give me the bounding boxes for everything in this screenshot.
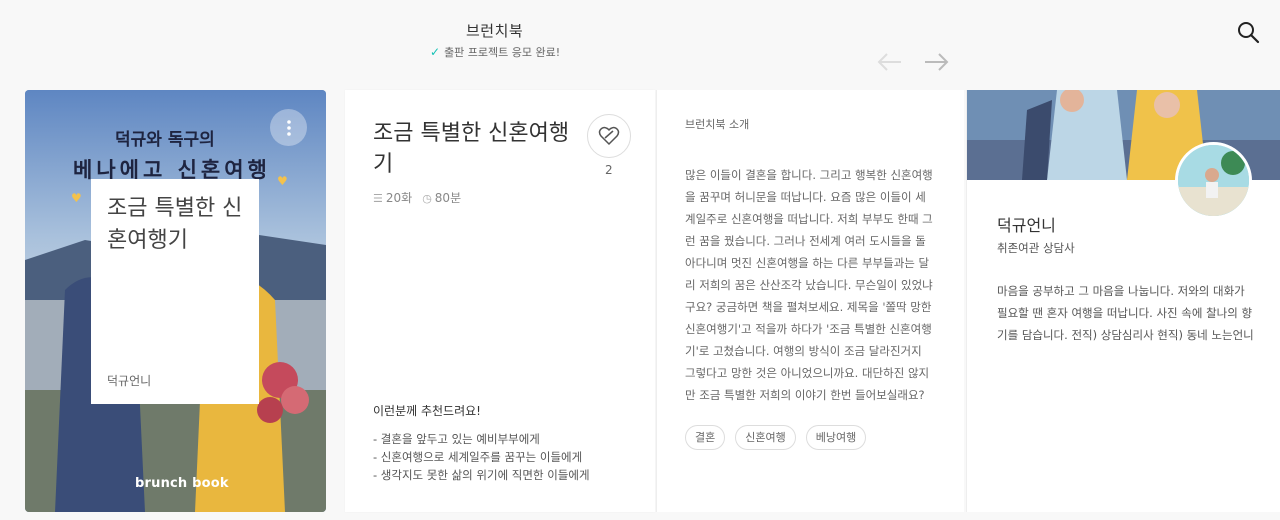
tag[interactable]: 베낭여행 — [805, 425, 867, 450]
author-panel: 덕규언니 취존여관 상담사 마음을 공부하고 그 마음을 나눕니다. 저와의 대… — [966, 90, 1280, 512]
heart-icon — [598, 126, 620, 146]
episode-count-text: 20화 — [385, 191, 413, 205]
tag-list: 결혼 신혼여행 베낭여행 — [685, 425, 867, 450]
like-count: 2 — [605, 163, 613, 177]
prev-arrow-button[interactable] — [876, 50, 904, 74]
intro-body: 많은 이들이 결혼을 합니다. 그리고 행복한 신혼여행을 꿈꾸며 허니문을 떠… — [685, 168, 933, 402]
status-text: 출판 프로젝트 응모 완료! — [444, 46, 561, 59]
more-options-button[interactable] — [270, 109, 307, 146]
book-info-panel: 조금 특별한 신혼여행기 2 ☰ 20화 ◷ 80분 이런분께 추천드려요! - 결… — [345, 90, 655, 512]
list-icon: ☰ — [373, 192, 383, 205]
check-icon: ✓ — [430, 45, 441, 59]
search-icon — [1238, 22, 1260, 44]
author-avatar[interactable] — [1175, 142, 1252, 219]
svg-text:♥: ♥ — [277, 174, 288, 188]
cover-author: 덕규언니 — [107, 374, 152, 388]
search-button[interactable] — [1236, 20, 1262, 46]
book-meta: ☰ 20화 ◷ 80분 — [373, 189, 461, 206]
list-item: - 결혼을 앞두고 있는 예비부부에게 — [373, 432, 540, 446]
book-cover[interactable]: ♥ ♥ 덕규와 독구의 베나에고 신혼여행 조금 특별한 신혼여행기 덕규언니 … — [25, 90, 326, 512]
arrow-left-icon — [877, 53, 901, 71]
avatar-image — [1178, 145, 1249, 216]
tag[interactable]: 신혼여행 — [735, 425, 796, 450]
next-arrow-button[interactable] — [922, 50, 950, 74]
cover-title-card: 조금 특별한 신혼여행기 덕규언니 — [91, 179, 259, 404]
reading-time-text: 80분 — [434, 191, 462, 205]
reading-time: ◷ 80분 — [422, 189, 461, 206]
intro-heading: 브런치북 소개 — [685, 118, 750, 131]
more-vertical-icon — [286, 119, 291, 136]
cover-title: 조금 특별한 신혼여행기 — [107, 196, 243, 253]
author-job: 취존여관 상담사 — [997, 241, 1075, 255]
page-title: 브런치북 — [466, 22, 524, 40]
clock-icon: ◷ — [422, 192, 432, 205]
svg-text:♥: ♥ — [71, 191, 82, 205]
list-item: - 신혼여행으로 세계일주를 꿈꾸는 이들에게 — [373, 450, 583, 464]
top-bar: 브런치북 ✓ 출판 프로젝트 응모 완료! — [0, 0, 1280, 80]
tag[interactable]: 결혼 — [685, 425, 726, 450]
submission-status: ✓ 출판 프로젝트 응모 완료! — [430, 44, 560, 60]
brunch-book-logo: brunch book — [135, 476, 229, 491]
cover-handwritten-title-1: 덕규와 독구의 — [115, 130, 215, 150]
recommend-heading: 이런분께 추천드려요! — [373, 404, 481, 418]
intro-panel: 브런치북 소개 많은 이들이 결혼을 합니다. 그리고 행복한 신혼여행을 꿈꾸… — [656, 90, 964, 512]
recommend-list: - 결혼을 앞두고 있는 예비부부에게 - 신혼여행으로 세계일주를 꿈꾸는 이… — [373, 430, 590, 484]
arrow-right-icon — [925, 53, 949, 71]
book-title: 조금 특별한 신혼여행기 — [373, 121, 570, 177]
author-description: 마음을 공부하고 그 마음을 나눕니다. 저와의 대화가 필요할 땐 혼자 여행… — [997, 284, 1254, 342]
like-button[interactable] — [587, 114, 631, 158]
list-item: - 생각지도 못한 삶의 위기에 직면한 이들에게 — [373, 468, 590, 482]
episode-count: ☰ 20화 — [373, 189, 412, 206]
author-name: 덕규언니 — [997, 216, 1056, 235]
